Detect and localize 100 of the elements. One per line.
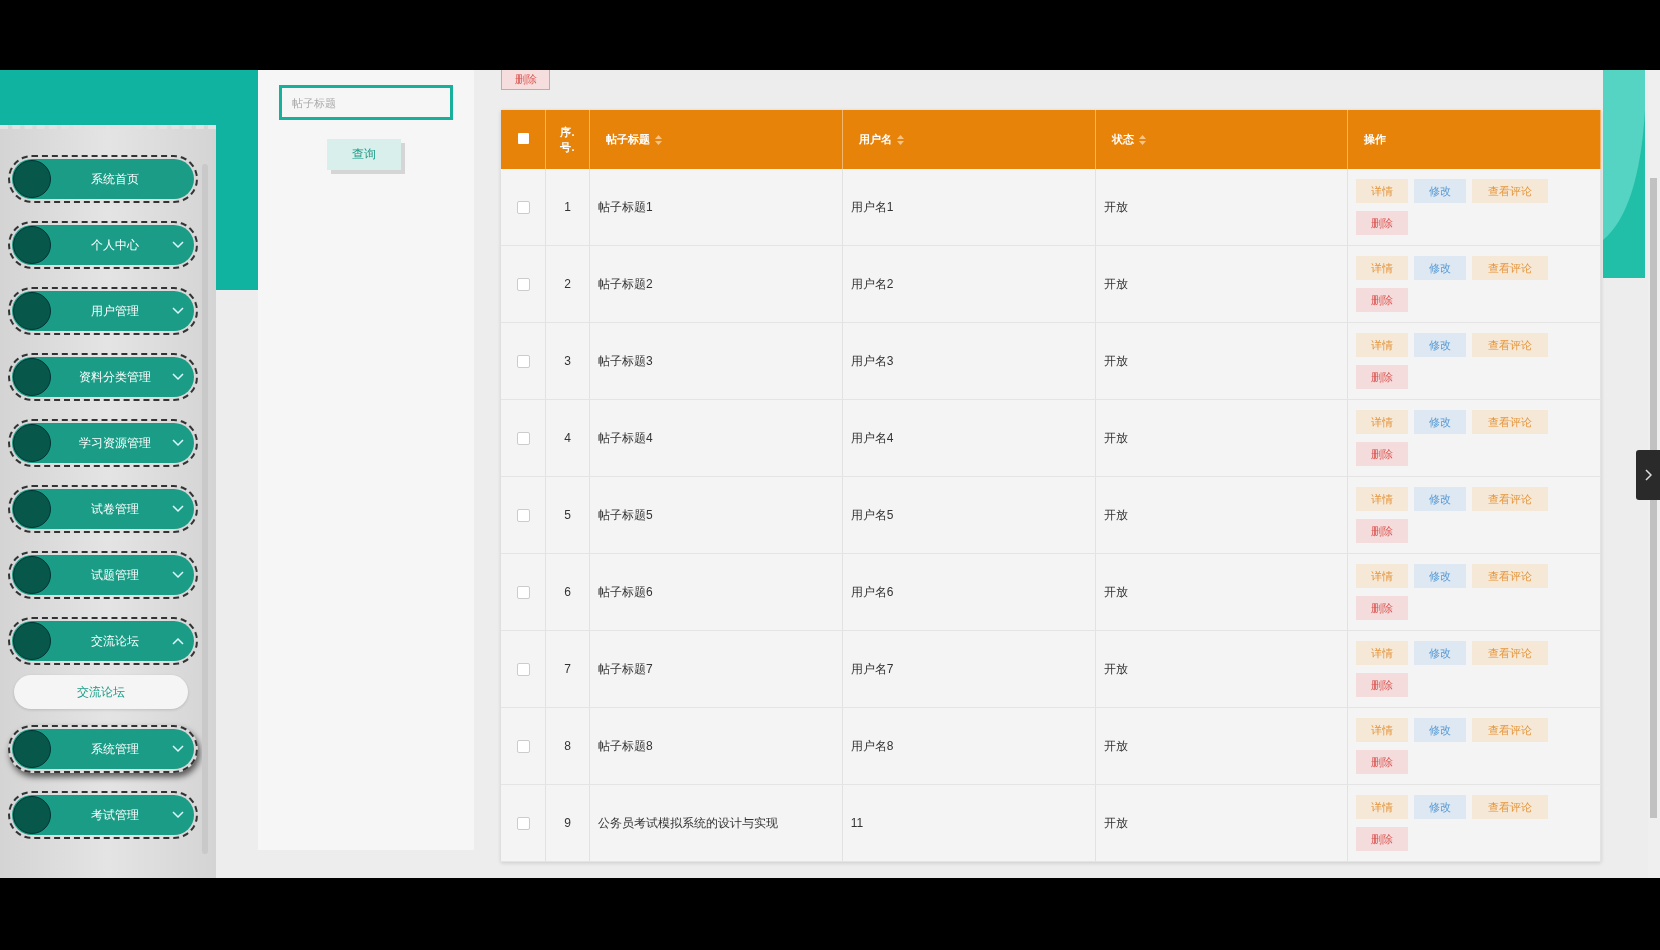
circle-icon: [13, 226, 51, 264]
row-checkbox[interactable]: [516, 201, 530, 215]
select-all-checkbox[interactable]: [517, 133, 529, 144]
circle-icon: [13, 424, 51, 462]
table-cell: 用户名4: [850, 430, 894, 445]
search-field[interactable]: 帖子标题: [279, 85, 453, 120]
comments-button[interactable]: 查看评论: [1472, 564, 1549, 588]
table-cell: 开放: [1103, 661, 1128, 676]
table-cell: 帖子标题3: [598, 353, 653, 368]
sidebar-item[interactable]: 系统首页: [8, 155, 198, 203]
chevron-down-icon: [172, 307, 184, 315]
table-cell: 开放: [1103, 353, 1128, 368]
row-checkbox[interactable]: [516, 509, 530, 523]
edit-button[interactable]: 修改: [1414, 718, 1467, 742]
comments-button[interactable]: 查看评论: [1472, 410, 1549, 434]
sidebar-item[interactable]: 系统管理: [8, 725, 198, 773]
edit-button[interactable]: 修改: [1414, 410, 1467, 434]
delete-button[interactable]: 删除: [1356, 211, 1409, 235]
column-header[interactable]: 帖子标题: [606, 133, 650, 145]
detail-button[interactable]: 详情: [1356, 718, 1409, 742]
edit-button[interactable]: 修改: [1414, 333, 1467, 357]
delete-button[interactable]: 删除: [1356, 750, 1409, 774]
edit-button[interactable]: 修改: [1414, 795, 1467, 819]
detail-button[interactable]: 详情: [1356, 256, 1409, 280]
delete-button[interactable]: 删除: [501, 70, 550, 90]
detail-button[interactable]: 详情: [1356, 333, 1409, 357]
detail-button[interactable]: 详情: [1356, 795, 1409, 819]
detail-button[interactable]: 详情: [1356, 564, 1409, 588]
table-cell: 开放: [1103, 199, 1128, 214]
submenu-item[interactable]: 交流论坛: [14, 675, 188, 709]
table-cell: 4: [564, 431, 571, 445]
delete-button[interactable]: 删除: [1356, 673, 1409, 697]
column-header[interactable]: 用户名: [858, 133, 892, 145]
delete-button[interactable]: 删除: [1356, 442, 1409, 466]
circle-icon: [13, 490, 51, 528]
scrollbar-thumb[interactable]: [1650, 178, 1657, 818]
row-checkbox[interactable]: [516, 740, 530, 754]
comments-button[interactable]: 查看评论: [1472, 333, 1549, 357]
edit-button[interactable]: 修改: [1414, 256, 1467, 280]
row-checkbox[interactable]: [516, 663, 530, 677]
table-cell: 开放: [1103, 815, 1128, 830]
comments-button[interactable]: 查看评论: [1472, 179, 1549, 203]
circle-icon: [13, 556, 51, 594]
comments-button[interactable]: 查看评论: [1472, 256, 1549, 280]
table-cell: 开放: [1103, 430, 1128, 445]
table-cell: 用户名5: [850, 507, 894, 522]
table-cell: 用户名3: [850, 353, 894, 368]
delete-button[interactable]: 删除: [1356, 365, 1409, 389]
comments-button[interactable]: 查看评论: [1472, 795, 1549, 819]
row-checkbox[interactable]: [516, 432, 530, 446]
edit-button[interactable]: 修改: [1414, 487, 1467, 511]
comments-button[interactable]: 查看评论: [1472, 487, 1549, 511]
detail-button[interactable]: 详情: [1356, 641, 1409, 665]
column-header[interactable]: 状态: [1111, 133, 1134, 145]
detail-button[interactable]: 详情: [1356, 410, 1409, 434]
column-header: 操作: [1364, 133, 1387, 145]
table-cell: 公务员考试模拟系统的设计与实现: [598, 815, 778, 830]
row-checkbox[interactable]: [516, 586, 530, 600]
sidebar-item[interactable]: 资料分类管理: [8, 353, 198, 401]
detail-button[interactable]: 详情: [1356, 487, 1409, 511]
table-cell: 7: [564, 662, 571, 676]
circle-icon: [13, 292, 51, 330]
edit-button[interactable]: 修改: [1414, 564, 1467, 588]
chevron-down-icon: [172, 505, 184, 513]
sidebar-item[interactable]: 试题管理: [8, 551, 198, 599]
delete-button[interactable]: 删除: [1356, 827, 1409, 851]
delete-button[interactable]: 删除: [1356, 288, 1409, 312]
row-checkbox[interactable]: [516, 278, 530, 292]
edit-button[interactable]: 修改: [1414, 179, 1467, 203]
chevron-down-icon: [172, 571, 184, 579]
table-cell: 6: [564, 585, 571, 599]
table-cell: 帖子标题4: [598, 430, 653, 445]
sort-icon[interactable]: [655, 135, 662, 146]
comments-button[interactable]: 查看评论: [1472, 641, 1549, 665]
sidebar-item[interactable]: 交流论坛: [8, 617, 198, 665]
sort-icon[interactable]: [896, 135, 904, 146]
table-cell: 帖子标题5: [598, 507, 653, 522]
sidebar-item[interactable]: 用户管理: [8, 287, 198, 335]
comments-button[interactable]: 查看评论: [1472, 718, 1549, 742]
table-cell: 8: [564, 739, 571, 753]
edit-button[interactable]: 修改: [1414, 641, 1467, 665]
sidebar-item[interactable]: 考试管理: [8, 791, 198, 839]
row-checkbox[interactable]: [516, 355, 530, 369]
delete-button[interactable]: 删除: [1356, 519, 1409, 543]
sidebar-item[interactable]: 个人中心: [8, 221, 198, 269]
circle-icon: [13, 730, 51, 768]
side-panel-toggle[interactable]: [1636, 450, 1660, 500]
row-checkbox[interactable]: [516, 817, 530, 831]
circle-icon: [13, 622, 51, 660]
sidebar-item[interactable]: 学习资源管理: [8, 419, 198, 467]
delete-button[interactable]: 删除: [1356, 596, 1409, 620]
chevron-up-icon: [172, 637, 184, 645]
circle-icon: [13, 160, 51, 198]
table-cell: 用户名6: [850, 584, 894, 599]
chevron-down-icon: [172, 241, 184, 249]
detail-button[interactable]: 详情: [1356, 179, 1409, 203]
sort-icon[interactable]: [1138, 135, 1146, 146]
table-cell: 5: [564, 508, 571, 522]
circle-icon: [13, 358, 51, 396]
sidebar-item[interactable]: 试卷管理: [8, 485, 198, 533]
